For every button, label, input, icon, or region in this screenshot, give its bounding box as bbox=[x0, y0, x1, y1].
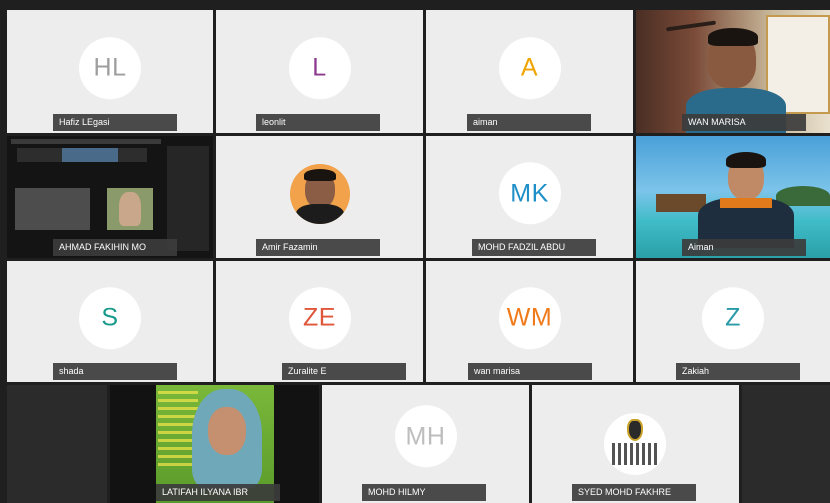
shared-panel bbox=[167, 146, 209, 251]
shared-main-tile bbox=[15, 188, 90, 230]
empty-tile bbox=[7, 385, 107, 503]
participant-tile[interactable]: ZE Zuralite E bbox=[216, 261, 423, 382]
participant-name: aiman bbox=[467, 114, 591, 131]
shared-person bbox=[119, 192, 141, 226]
participant-tile[interactable]: MK MOHD FADZIL ABDU bbox=[426, 136, 633, 258]
crest-icon bbox=[627, 419, 643, 441]
screenshare-tile[interactable]: AHMAD FAKIHIN MO bbox=[7, 136, 213, 258]
participant-tile[interactable]: SYED MOHD FAKHRE bbox=[532, 385, 739, 503]
participant-avatar: L bbox=[288, 36, 351, 99]
person-face bbox=[208, 407, 246, 455]
participant-tile[interactable]: MH MOHD HILMY bbox=[322, 385, 529, 503]
participant-avatar: MK bbox=[498, 162, 561, 225]
participant-avatar: HL bbox=[79, 36, 141, 99]
participant-avatar: A bbox=[498, 36, 561, 99]
participant-tile[interactable]: Amir Fazamin bbox=[216, 136, 423, 258]
person-hair bbox=[708, 28, 758, 46]
participant-tile[interactable]: Z Zakiah bbox=[636, 261, 830, 382]
participant-name: Zakiah bbox=[676, 363, 800, 380]
participant-name: Hafiz LEgasi bbox=[53, 114, 177, 131]
participant-video-tile[interactable]: LATIFAH ILYANA IBR bbox=[110, 385, 319, 503]
bungalow-shape bbox=[656, 194, 706, 212]
shared-thumb-video bbox=[62, 148, 118, 162]
participant-tile[interactable]: L leonlit bbox=[216, 10, 423, 133]
participant-name: SYED MOHD FAKHRE bbox=[572, 484, 696, 501]
participant-name: MOHD FADZIL ABDU bbox=[472, 239, 596, 256]
logo-mark bbox=[612, 443, 658, 465]
participant-name: Amir Fazamin bbox=[256, 239, 380, 256]
participant-avatar: WM bbox=[498, 286, 561, 349]
participant-video-tile[interactable]: WAN MARISA bbox=[636, 10, 830, 133]
participant-tile[interactable]: A aiman bbox=[426, 10, 633, 133]
participant-name: Aiman bbox=[682, 239, 806, 256]
participant-video-tile[interactable]: Aiman bbox=[636, 136, 830, 258]
participant-tile[interactable]: HL Hafiz LEgasi bbox=[7, 10, 213, 133]
participant-name: WAN MARISA bbox=[682, 114, 806, 131]
video-grid: HL Hafiz LEgasi L leonlit A aiman WAN MA… bbox=[0, 0, 830, 503]
participant-avatar: Z bbox=[702, 286, 764, 349]
organization-logo bbox=[604, 413, 666, 475]
empty-tile bbox=[742, 385, 830, 503]
participant-name: LATIFAH ILYANA IBR bbox=[156, 484, 280, 501]
participant-name: Zuralite E bbox=[282, 363, 406, 380]
participant-avatar: ZE bbox=[288, 286, 351, 349]
participant-avatar: MH bbox=[394, 405, 457, 468]
participant-name: AHMAD FAKIHIN MO bbox=[53, 239, 177, 256]
participant-name: leonlit bbox=[256, 114, 380, 131]
person-collar bbox=[720, 198, 772, 208]
person-hair bbox=[726, 152, 766, 168]
participant-avatar: S bbox=[79, 286, 141, 349]
participant-name: MOHD HILMY bbox=[362, 484, 486, 501]
participant-name: wan marisa bbox=[468, 363, 592, 380]
participant-tile[interactable]: WM wan marisa bbox=[426, 261, 633, 382]
participant-name: shada bbox=[53, 363, 177, 380]
shared-toolbar bbox=[11, 139, 161, 144]
profile-photo bbox=[290, 164, 350, 224]
participant-tile[interactable]: S shada bbox=[7, 261, 213, 382]
